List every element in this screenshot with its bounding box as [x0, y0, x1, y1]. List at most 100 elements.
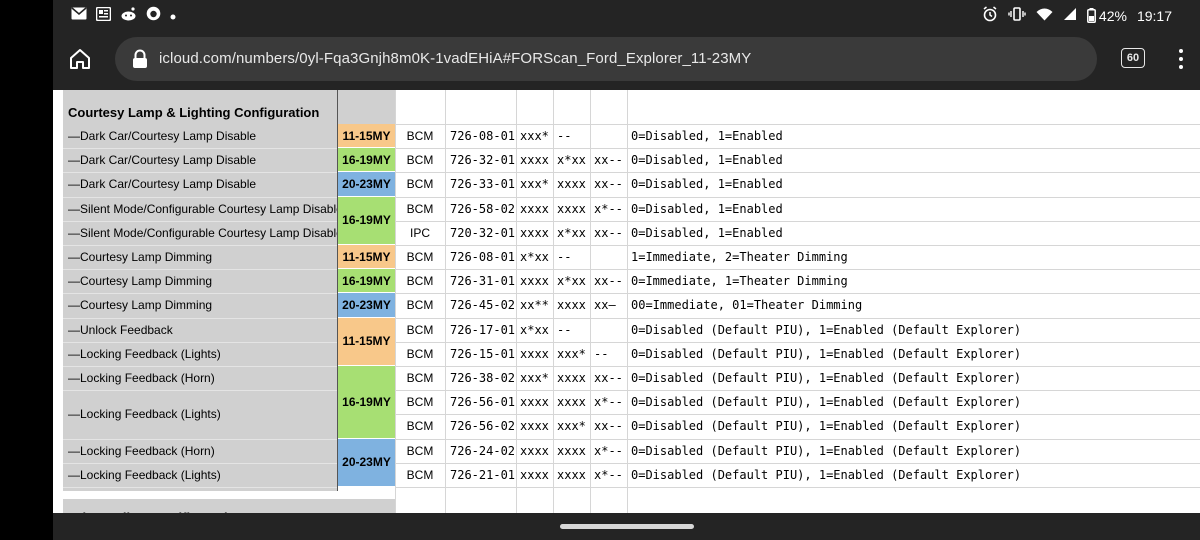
bitmask-cell-3[interactable]: x*-- — [594, 390, 627, 414]
address-cell[interactable]: 726-08-01 — [450, 124, 516, 148]
bitmask-cell-3[interactable]: xx-- — [594, 221, 627, 245]
description-cell[interactable]: 0=Disabled (Default PIU), 1=Enabled (Def… — [631, 342, 1200, 366]
model-year-badge[interactable]: 16-19MY — [338, 196, 395, 245]
module-cell[interactable]: BCM — [395, 293, 445, 317]
description-cell[interactable]: 0=Disabled, 1=Enabled — [631, 197, 1200, 221]
model-year-badge[interactable]: 16-19MY — [338, 269, 395, 294]
bitmask-cell-2[interactable]: xxxx — [557, 172, 590, 196]
home-button[interactable] — [65, 44, 95, 74]
address-cell[interactable]: 726-31-01 — [450, 269, 516, 293]
module-cell[interactable]: BCM — [395, 366, 445, 390]
module-cell[interactable]: BCM — [395, 124, 445, 148]
bitmask-cell-2[interactable]: xxxx — [557, 390, 590, 414]
address-cell[interactable]: 726-17-01 — [450, 318, 516, 342]
overflow-menu-button[interactable] — [1171, 44, 1191, 74]
bitmask-cell-2[interactable]: -- — [557, 124, 590, 148]
row-label[interactable]: —Silent Mode/Configurable Courtesy Lamp … — [68, 221, 343, 245]
bitmask-cell-1[interactable]: xxxx — [520, 269, 553, 293]
row-label[interactable]: —Courtesy Lamp Dimming — [68, 269, 338, 293]
module-cell[interactable]: BCM — [395, 269, 445, 293]
bitmask-cell-2[interactable]: xxx* — [557, 414, 590, 438]
row-label[interactable]: —Courtesy Lamp Dimming — [68, 293, 338, 317]
bitmask-cell-2[interactable]: x*xx — [557, 221, 590, 245]
bitmask-cell-1[interactable]: x*xx — [520, 318, 553, 342]
description-cell[interactable]: 0=Disabled, 1=Enabled — [631, 124, 1200, 148]
bitmask-cell-3[interactable]: x*-- — [594, 439, 627, 463]
row-label[interactable]: —Dark Car/Courtesy Lamp Disable — [68, 124, 338, 148]
row-label[interactable]: —Locking Feedback (Lights) — [68, 342, 338, 366]
module-cell[interactable]: BCM — [395, 342, 445, 366]
bitmask-cell-1[interactable]: xxxx — [520, 221, 553, 245]
address-cell[interactable]: 726-08-01 — [450, 245, 516, 269]
description-cell[interactable]: 1=Immediate, 2=Theater Dimming — [631, 245, 1200, 269]
description-cell[interactable]: 0=Disabled, 1=Enabled — [631, 148, 1200, 172]
description-cell[interactable]: 0=Disabled (Default PIU), 1=Enabled (Def… — [631, 414, 1200, 438]
description-cell[interactable]: 0=Immediate, 1=Theater Dimming — [631, 269, 1200, 293]
address-cell[interactable]: 726-15-01 — [450, 342, 516, 366]
module-cell[interactable]: BCM — [395, 148, 445, 172]
model-year-badge[interactable]: 20-23MY — [338, 172, 395, 197]
bitmask-cell-2[interactable]: xxxx — [557, 463, 590, 487]
address-cell[interactable]: 726-56-02 — [450, 414, 516, 438]
module-cell[interactable]: BCM — [395, 463, 445, 487]
bitmask-cell-1[interactable]: xxxx — [520, 439, 553, 463]
bitmask-cell-1[interactable]: xxx* — [520, 124, 553, 148]
address-bar[interactable]: icloud.com/numbers/0yl-Fqa3Gnjh8m0K-1vad… — [115, 37, 1097, 81]
address-cell[interactable]: 726-58-02 — [450, 197, 516, 221]
module-cell[interactable]: BCM — [395, 439, 445, 463]
section-header-cell[interactable] — [338, 100, 395, 124]
bitmask-cell-3[interactable] — [594, 124, 627, 148]
lock-icon[interactable] — [131, 49, 149, 69]
address-cell[interactable]: 726-45-02 — [450, 293, 516, 317]
bitmask-cell-1[interactable]: xxxx — [520, 414, 553, 438]
model-year-badge[interactable]: 11-15MY — [338, 317, 395, 366]
address-cell[interactable]: 726-24-02 — [450, 439, 516, 463]
bitmask-cell-3[interactable]: xx-- — [594, 172, 627, 196]
description-cell[interactable]: 0=Disabled (Default PIU), 1=Enabled (Def… — [631, 390, 1200, 414]
bitmask-cell-2[interactable]: x*xx — [557, 148, 590, 172]
row-label[interactable]: —Unlock Feedback — [68, 318, 338, 342]
bitmask-cell-3[interactable]: xx– — [594, 293, 627, 317]
model-year-badge[interactable]: 20-23MY — [338, 293, 395, 318]
row-label[interactable]: —Dark Car/Courtesy Lamp Disable — [68, 148, 338, 172]
description-cell[interactable]: 0=Disabled (Default PIU), 1=Enabled (Def… — [631, 318, 1200, 342]
module-cell[interactable]: BCM — [395, 172, 445, 196]
bitmask-cell-3[interactable]: xx-- — [594, 366, 627, 390]
bitmask-cell-3[interactable]: xx-- — [594, 269, 627, 293]
bitmask-cell-2[interactable]: -- — [557, 318, 590, 342]
bitmask-cell-3[interactable]: -- — [594, 342, 627, 366]
bitmask-cell-1[interactable]: xxxx — [520, 197, 553, 221]
module-cell[interactable]: BCM — [395, 390, 445, 414]
address-cell[interactable]: 720-32-01 — [450, 221, 516, 245]
bitmask-cell-1[interactable]: xxxx — [520, 463, 553, 487]
address-cell[interactable]: 726-33-01 — [450, 172, 516, 196]
address-cell[interactable]: 726-56-01 — [450, 390, 516, 414]
row-label[interactable]: —Locking Feedback (Lights) — [68, 390, 338, 438]
description-cell[interactable]: 0=Disabled (Default PIU), 1=Enabled (Def… — [631, 366, 1200, 390]
bitmask-cell-1[interactable]: xxx* — [520, 366, 553, 390]
tab-switcher-button[interactable]: 60 — [1121, 48, 1145, 68]
row-label[interactable]: —Courtesy Lamp Dimming — [68, 245, 338, 269]
bitmask-cell-2[interactable]: xxxx — [557, 366, 590, 390]
bitmask-cell-1[interactable]: xx** — [520, 293, 553, 317]
row-label[interactable]: —Locking Feedback (Lights) — [68, 463, 338, 487]
bitmask-cell-3[interactable]: xx-- — [594, 414, 627, 438]
model-year-badge[interactable]: 20-23MY — [338, 438, 395, 487]
module-cell[interactable]: BCM — [395, 245, 445, 269]
model-year-badge[interactable]: 11-15MY — [338, 245, 395, 270]
description-cell[interactable]: 00=Immediate, 01=Theater Dimming — [631, 293, 1200, 317]
model-year-badge[interactable]: 11-15MY — [338, 124, 395, 149]
module-cell[interactable]: BCM — [395, 414, 445, 438]
bitmask-cell-2[interactable]: xxxx — [557, 439, 590, 463]
row-label[interactable]: —Locking Feedback (Horn) — [68, 366, 338, 390]
bitmask-cell-3[interactable] — [594, 318, 627, 342]
address-cell[interactable]: 726-32-01 — [450, 148, 516, 172]
bitmask-cell-2[interactable]: xxxx — [557, 197, 590, 221]
description-cell[interactable]: 0=Disabled, 1=Enabled — [631, 221, 1200, 245]
description-cell[interactable]: 0=Disabled (Default PIU), 1=Enabled (Def… — [631, 463, 1200, 487]
address-cell[interactable]: 726-21-01 — [450, 463, 516, 487]
row-label[interactable]: —Silent Mode/Configurable Courtesy Lamp … — [68, 197, 343, 221]
bitmask-cell-3[interactable]: x*-- — [594, 197, 627, 221]
bitmask-cell-3[interactable] — [594, 245, 627, 269]
bitmask-cell-1[interactable]: xxxx — [520, 390, 553, 414]
